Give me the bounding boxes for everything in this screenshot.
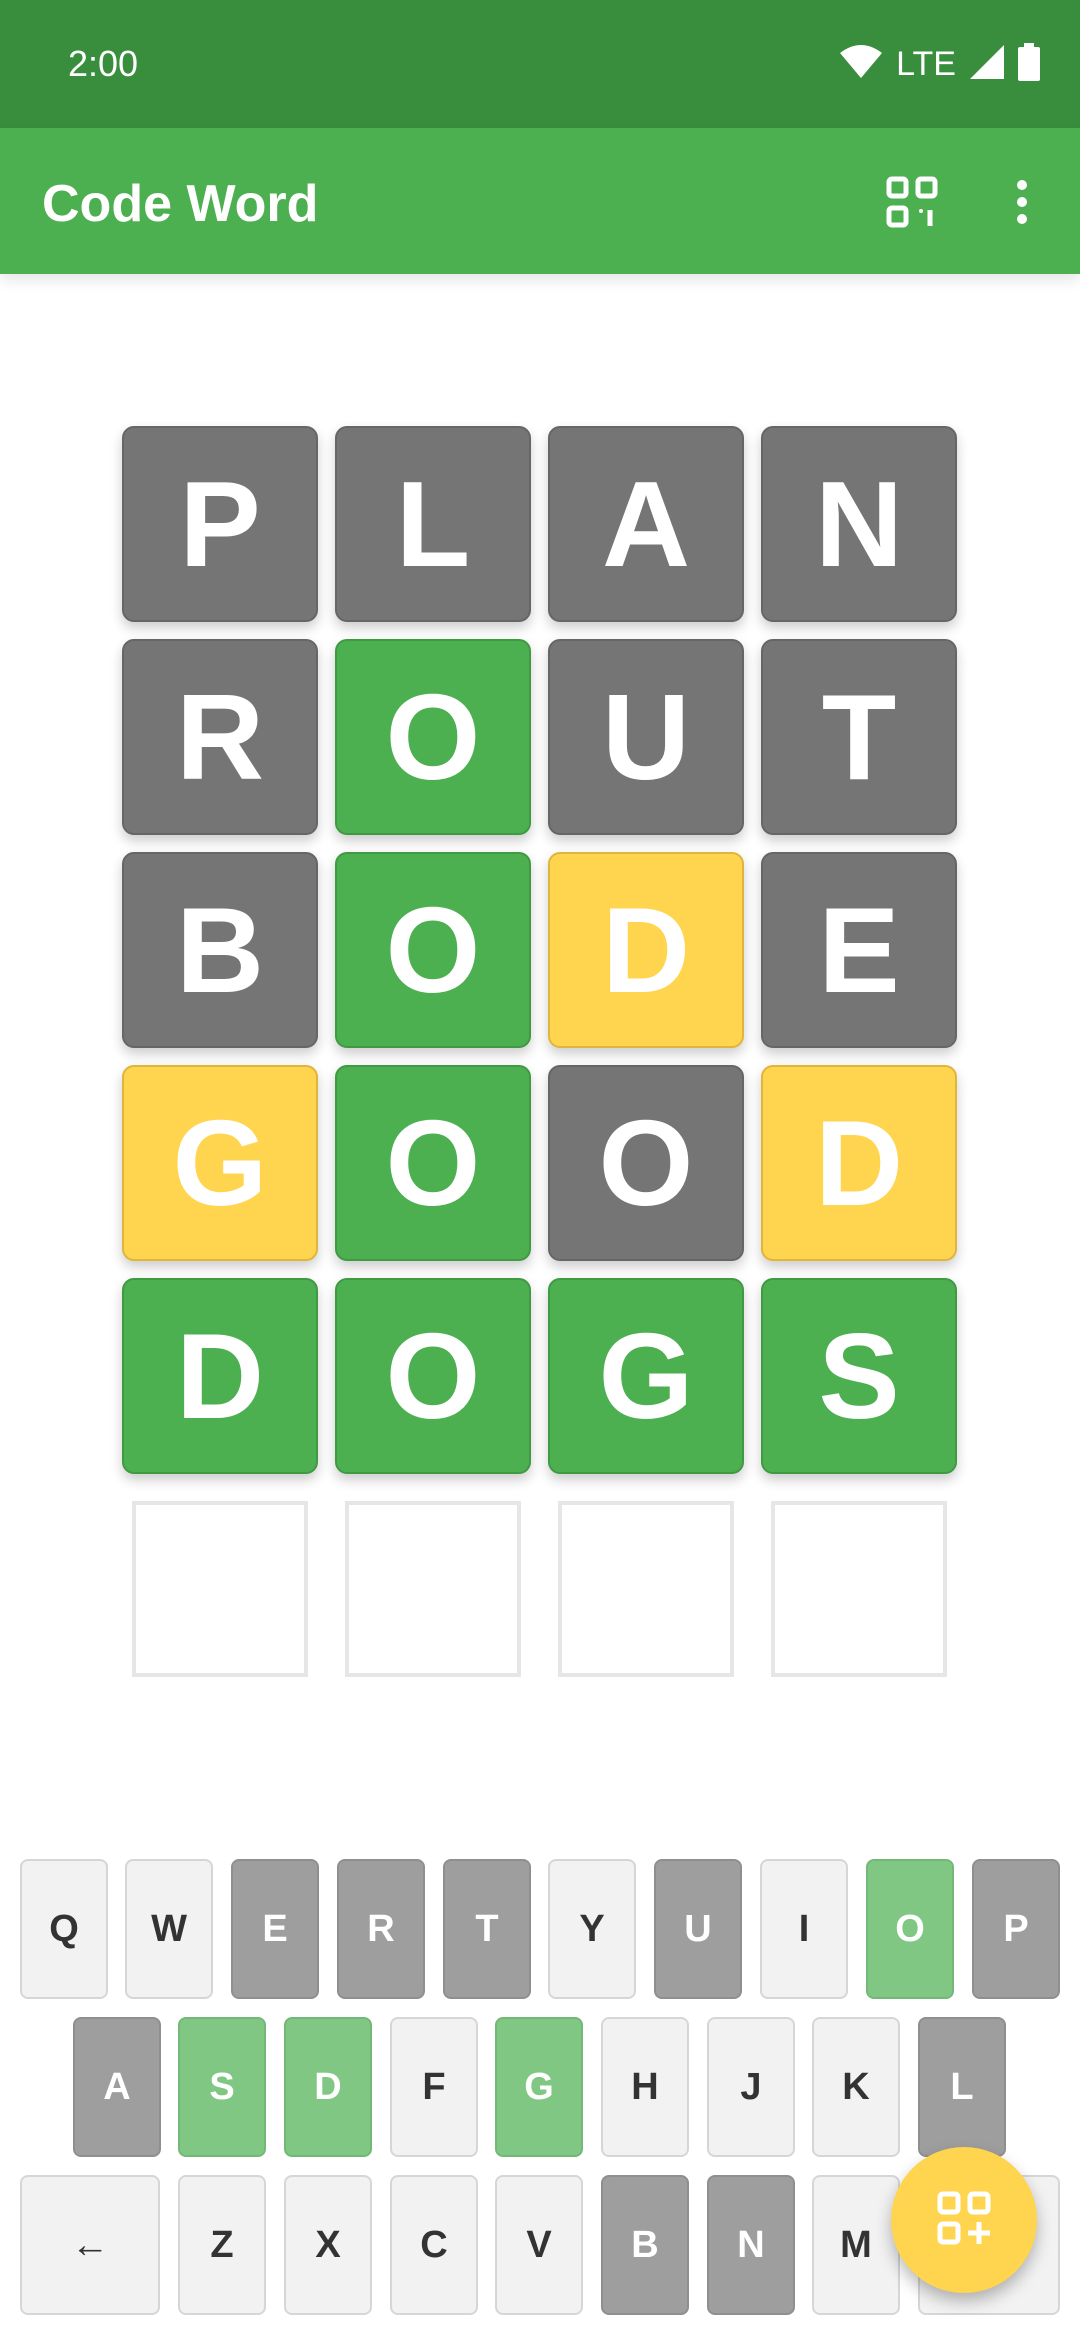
status-bar: 2:00 LTE [0, 0, 1080, 128]
key-s[interactable]: S [178, 2017, 266, 2157]
empty-tile [771, 1501, 947, 1677]
key-e[interactable]: E [231, 1859, 319, 1999]
key-r[interactable]: R [337, 1859, 425, 1999]
app-title: Code Word [42, 175, 319, 233]
letter-tile: O [335, 639, 531, 835]
key-q[interactable]: Q [20, 1859, 108, 1999]
key-a[interactable]: A [73, 2017, 161, 2157]
key-p[interactable]: P [972, 1859, 1060, 1999]
battery-icon [1018, 42, 1040, 86]
key-t[interactable]: T [443, 1859, 531, 1999]
status-time: 2:00 [68, 43, 139, 84]
key-j[interactable]: J [707, 2017, 795, 2157]
letter-tile: R [122, 639, 318, 835]
key-z[interactable]: Z [178, 2175, 266, 2315]
key-g[interactable]: G [495, 2017, 583, 2157]
key-d[interactable]: D [284, 2017, 372, 2157]
letter-tile: P [122, 426, 318, 622]
cell-signal-icon [970, 44, 1004, 84]
letter-tile: G [548, 1278, 744, 1474]
status-icons: LTE [840, 40, 1040, 88]
key-n[interactable]: N [707, 2175, 795, 2315]
letter-tile: O [335, 1278, 531, 1474]
key-c[interactable]: C [390, 2175, 478, 2315]
key-k[interactable]: K [812, 2017, 900, 2157]
letter-tile: D [122, 1278, 318, 1474]
wifi-icon [840, 44, 883, 84]
key-v[interactable]: V [495, 2175, 583, 2315]
key-o[interactable]: O [866, 1859, 954, 1999]
add-grid-icon [936, 2190, 992, 2251]
letter-tile: B [122, 852, 318, 1048]
new-game-fab[interactable] [891, 2147, 1037, 2293]
empty-tile [345, 1501, 521, 1677]
letter-tile: O [335, 1065, 531, 1261]
key-h[interactable]: H [601, 2017, 689, 2157]
key-u[interactable]: U [654, 1859, 742, 1999]
grid-view-icon[interactable] [880, 170, 944, 234]
letter-tile: E [761, 852, 957, 1048]
letter-tile: G [122, 1065, 318, 1261]
key-l[interactable]: L [918, 2017, 1006, 2157]
letter-tile: O [335, 852, 531, 1048]
key-i[interactable]: I [760, 1859, 848, 1999]
letter-tile: N [761, 426, 957, 622]
empty-tile [558, 1501, 734, 1677]
letter-tile: S [761, 1278, 957, 1474]
backspace-key[interactable]: ← [20, 2175, 160, 2315]
key-f[interactable]: F [390, 2017, 478, 2157]
letter-tile: L [335, 426, 531, 622]
empty-tile [132, 1501, 308, 1677]
key-m[interactable]: M [812, 2175, 900, 2315]
network-type-label: LTE [896, 45, 956, 83]
key-b[interactable]: B [601, 2175, 689, 2315]
key-w[interactable]: W [125, 1859, 213, 1999]
app-bar: Code Word [0, 128, 1080, 274]
letter-tile: U [548, 639, 744, 835]
letter-tile: D [761, 1065, 957, 1261]
letter-tile: A [548, 426, 744, 622]
key-x[interactable]: X [284, 2175, 372, 2315]
letter-tile: T [761, 639, 957, 835]
letter-tile: O [548, 1065, 744, 1261]
more-vert-icon[interactable] [990, 170, 1054, 234]
key-y[interactable]: Y [548, 1859, 636, 1999]
letter-tile: D [548, 852, 744, 1048]
